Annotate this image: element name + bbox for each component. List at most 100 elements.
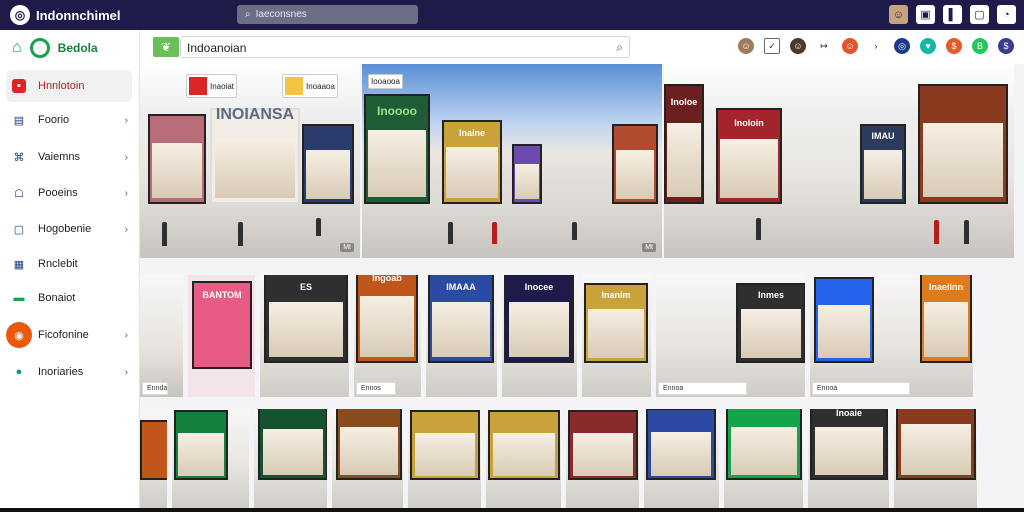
avatar[interactable]: ☺ xyxy=(790,38,806,54)
main-search-input[interactable]: Indoanoian ⌕ xyxy=(180,36,630,58)
search-icon: ⌕ xyxy=(245,9,251,20)
sidebar-item-1[interactable]: ▤ Foorio › xyxy=(6,104,132,136)
chat-icon[interactable]: ▢ xyxy=(970,5,989,24)
shopper xyxy=(964,220,969,244)
storefront xyxy=(302,123,354,204)
gallery-card[interactable] xyxy=(644,409,724,508)
store-sign: Ingoab xyxy=(372,275,402,284)
gallery-card[interactable] xyxy=(566,409,644,508)
card-caption: Ennos xyxy=(356,382,397,395)
hero-image-2[interactable]: Inoooo Inaine Iooaooa Mt xyxy=(362,64,662,258)
dollar-icon[interactable]: $ xyxy=(998,38,1014,54)
gallery-card[interactable] xyxy=(332,409,408,508)
store-sign: Inoaie xyxy=(835,409,862,418)
hero-image-3[interactable]: Inoloe Inoloin IMAU xyxy=(664,64,1014,258)
b-icon[interactable]: B xyxy=(972,38,988,54)
sidebar-item-3[interactable]: ☖ Pooeins › xyxy=(6,177,132,209)
label-badge[interactable]: Inoaaoa xyxy=(282,74,338,98)
mall-scene xyxy=(172,409,249,508)
heart-icon[interactable]: ♥ xyxy=(920,38,936,54)
gallery-card[interactable]: Ingoab Ennos xyxy=(354,275,426,397)
storefront xyxy=(726,409,802,481)
card-caption: Ennda xyxy=(142,382,168,395)
shopper xyxy=(316,218,321,236)
sidebar-item-0[interactable]: ▪ Hnnlotoin xyxy=(6,70,132,102)
sidebar-item-5[interactable]: ▦ Rnclebit xyxy=(6,248,132,280)
avatar[interactable]: ☺ xyxy=(738,38,754,54)
send-icon[interactable]: ↦ xyxy=(816,38,832,54)
store-sign: IMAU xyxy=(871,131,895,142)
store-window xyxy=(515,163,539,200)
store-sign: Inoloin xyxy=(734,117,764,128)
avatar[interactable]: ☺ xyxy=(842,38,858,54)
store-window xyxy=(923,302,969,358)
sidebar-header: ⌂ Bedola xyxy=(0,30,139,66)
chevron-right-icon: › xyxy=(124,329,128,341)
gallery-card[interactable]: Ennda xyxy=(140,275,188,397)
sidebar-item-7[interactable]: ◉ Ficofonine › xyxy=(6,319,132,351)
top-search-input[interactable]: ⌕ Iaeconsnes xyxy=(237,5,418,24)
gallery-card[interactable]: BANTOM xyxy=(188,275,260,397)
store-window xyxy=(818,305,870,358)
flag-icon[interactable]: ▌ xyxy=(943,5,962,24)
gallery-card[interactable]: Inoaie xyxy=(808,409,894,508)
storefront: INOIANSA xyxy=(210,106,300,204)
sidebar-item-8[interactable]: ● Inoriaries › xyxy=(6,356,132,388)
gallery-card[interactable] xyxy=(486,409,566,508)
gallery-card[interactable] xyxy=(894,409,982,508)
gallery-card[interactable] xyxy=(140,409,172,508)
storefront: Inanim xyxy=(584,282,648,363)
chevron-right-icon[interactable]: › xyxy=(868,38,884,54)
globe-icon[interactable]: ◎ xyxy=(894,38,910,54)
store-sign: Inmes xyxy=(757,290,784,301)
storefront xyxy=(336,409,402,481)
storefront xyxy=(488,410,560,481)
storefront xyxy=(568,410,638,481)
store-sign: Inaeiinn xyxy=(928,281,963,292)
storefront xyxy=(258,409,327,481)
bag-icon[interactable]: ▣ xyxy=(916,5,935,24)
gallery-card[interactable] xyxy=(172,409,254,508)
sidebar-item-6[interactable]: ▬ Bonaiot xyxy=(6,282,132,314)
avatar[interactable]: ☺ xyxy=(889,5,908,24)
gallery-card[interactable]: Inocee xyxy=(502,275,582,397)
home-icon[interactable]: ⌂ xyxy=(12,39,22,57)
app-logo[interactable]: ◎ Indonnchimel xyxy=(0,5,140,25)
store-window xyxy=(178,433,224,476)
checkbox-icon[interactable]: ✓ xyxy=(764,38,780,54)
store-window xyxy=(863,150,903,199)
dollar-icon[interactable]: $ xyxy=(946,38,962,54)
shopper xyxy=(162,222,167,246)
store-window xyxy=(720,139,778,198)
gallery-card[interactable] xyxy=(408,409,486,508)
store-window xyxy=(588,309,644,358)
gallery-card[interactable]: IMAAA xyxy=(426,275,502,397)
gallery-card[interactable] xyxy=(254,409,332,508)
globe-icon: ◎ xyxy=(10,5,30,25)
store-window xyxy=(923,122,1003,198)
gallery-card[interactable]: ES xyxy=(260,275,354,397)
store-sign: INOIANSA xyxy=(215,105,295,123)
store-window xyxy=(340,426,398,476)
store-window xyxy=(901,423,971,476)
store-window xyxy=(650,432,712,476)
store-sign: Inoooo xyxy=(377,103,417,118)
storefront: IMAAA xyxy=(428,275,494,363)
label-badge[interactable]: Iooaooa xyxy=(368,74,403,89)
storefront xyxy=(814,276,874,363)
bottom-scrollbar[interactable] xyxy=(0,508,1024,512)
store-window xyxy=(152,143,202,199)
bell-icon[interactable]: ◔ xyxy=(997,5,1016,24)
label-badge[interactable]: Inaoiat xyxy=(186,74,238,98)
search-icon[interactable]: ⌕ xyxy=(616,40,623,55)
leaf-icon[interactable]: ❦ xyxy=(153,37,179,57)
mall-scene xyxy=(140,409,167,508)
mall-scene xyxy=(894,409,977,508)
sidebar-item-2[interactable]: ⌘ Vaiemns › xyxy=(6,141,132,173)
gallery-card[interactable]: Inanim xyxy=(582,275,656,397)
gallery-card[interactable]: Inmes Ennoa xyxy=(656,275,810,397)
gallery-card[interactable]: Inaeiinn Ennoa xyxy=(810,275,978,397)
sidebar-item-4[interactable]: ▢ Hogobenie › xyxy=(6,213,132,245)
gallery-card[interactable] xyxy=(724,409,808,508)
hero-image-1[interactable]: INOIANSA Inaoiat Inoaaoa Mt xyxy=(140,64,360,258)
